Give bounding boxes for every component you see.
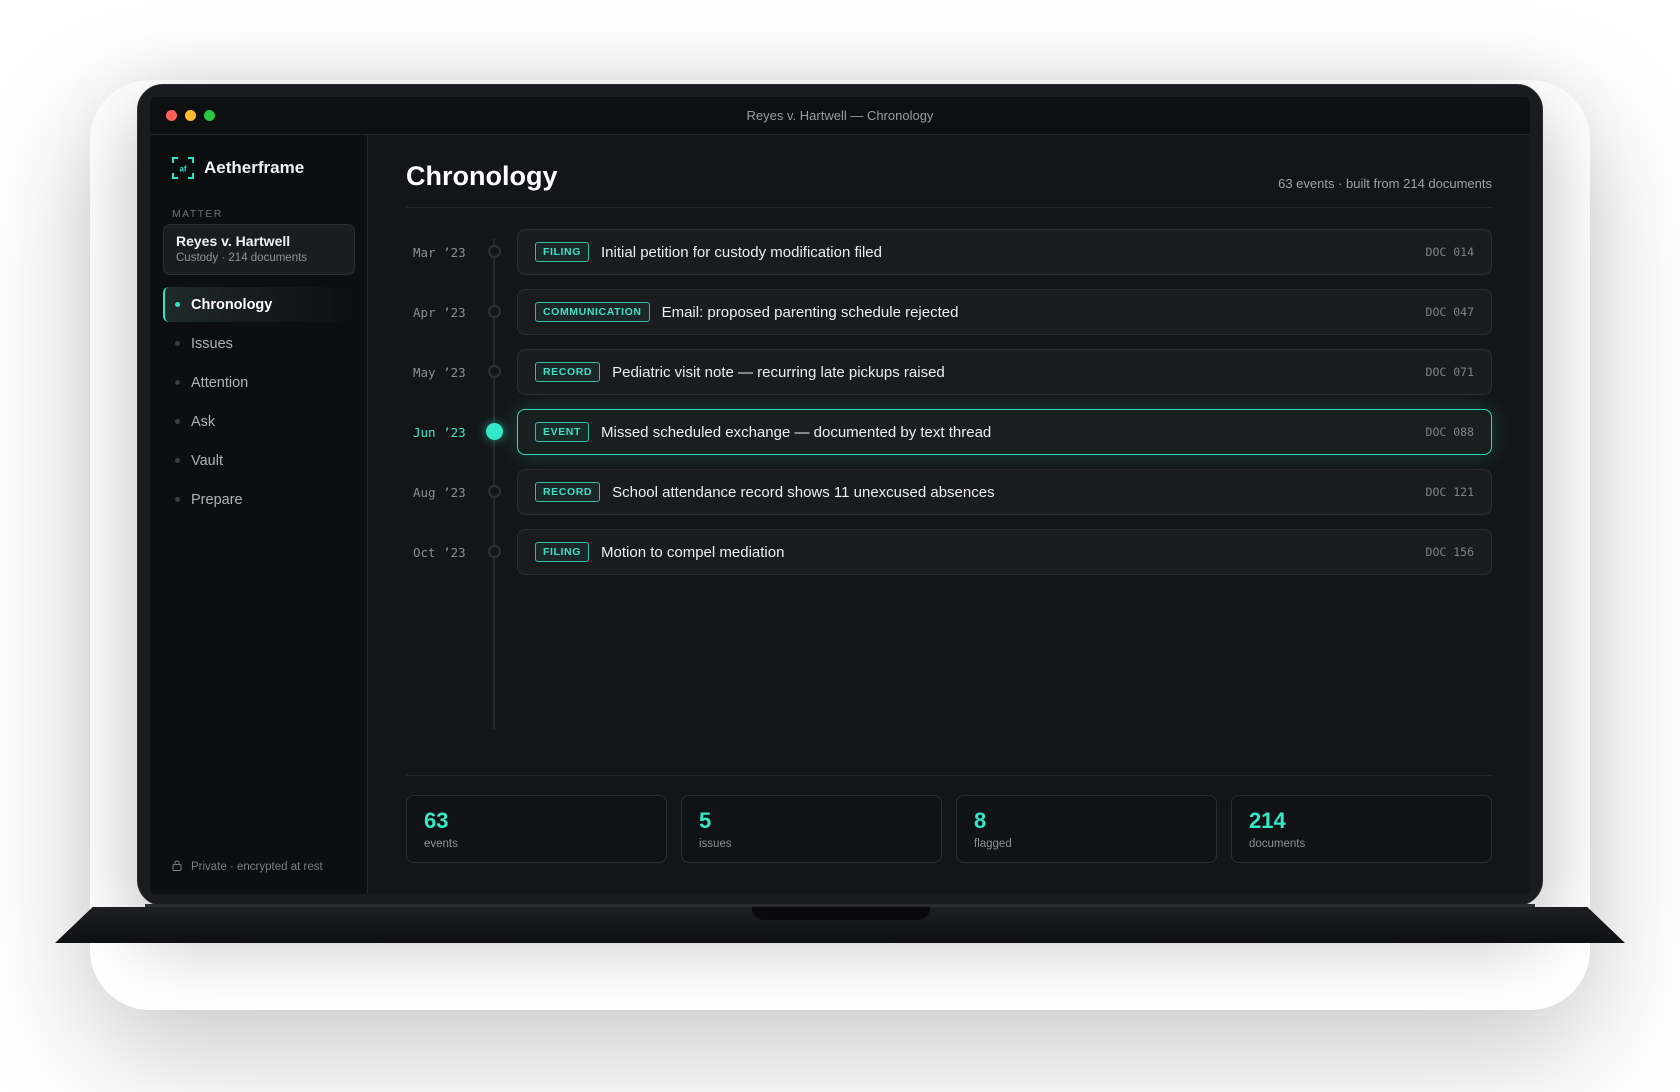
stat-value: 8 <box>974 808 987 833</box>
stat-label: events <box>424 838 458 850</box>
matter-selector[interactable]: Reyes v. Hartwell Custody · 214 document… <box>163 224 355 275</box>
event-tag: RECORD <box>535 482 601 502</box>
stat-card-events[interactable]: 63 events <box>406 795 667 863</box>
section-label-matter: MATTER <box>172 208 223 220</box>
sidebar-item-ask[interactable]: Ask <box>163 404 355 439</box>
privacy-note: Private · encrypted at rest <box>172 860 323 874</box>
title-bar: Reyes v. Hartwell — Chronology <box>150 97 1530 135</box>
sidebar: af Aetherframe MATTER Reyes v. Hartwell … <box>150 135 368 894</box>
event-text: Pediatric visit note — recurring late pi… <box>612 363 945 381</box>
sidebar-item-label: Issues <box>191 335 233 352</box>
matter-meta: Custody · 214 documents <box>176 252 308 264</box>
bullet-icon <box>175 341 180 346</box>
timeline-event: Oct ’23 FILING Motion to compel mediatio… <box>406 529 1492 575</box>
matter-name: Reyes v. Hartwell <box>176 233 291 249</box>
event-date: Jun ’23 <box>413 424 466 440</box>
timeline-node <box>488 545 501 558</box>
divider <box>406 207 1492 208</box>
event-card[interactable]: FILING Initial petition for custody modi… <box>517 229 1492 275</box>
svg-text:af: af <box>179 165 186 174</box>
timeline-event: Mar ’23 FILING Initial petition for cust… <box>406 229 1492 275</box>
sidebar-item-label: Vault <box>191 452 223 469</box>
page-title: Chronology <box>406 161 558 191</box>
timeline-event: May ’23 RECORD Pediatric visit note — re… <box>406 349 1492 395</box>
sidebar-item-prepare[interactable]: Prepare <box>163 482 355 517</box>
event-tag: COMMUNICATION <box>535 302 650 322</box>
sidebar-nav: Chronology Issues Attention Ask Vault Pr… <box>163 287 355 521</box>
stat-card-issues[interactable]: 5 issues <box>681 795 942 863</box>
sidebar-item-label: Chronology <box>191 296 273 313</box>
event-text: Email: proposed parenting schedule rejec… <box>661 303 959 321</box>
doc-reference[interactable]: DOC 047 <box>1426 305 1474 319</box>
doc-reference[interactable]: DOC 071 <box>1426 365 1474 379</box>
stats-row: 63 events 5 issues 8 flagged 214 documen… <box>406 795 1492 863</box>
stat-label: flagged <box>974 838 1012 850</box>
app-window: Reyes v. Hartwell — Chronology af Aether… <box>150 97 1530 894</box>
laptop-notch <box>752 907 930 920</box>
doc-reference[interactable]: DOC 014 <box>1426 245 1474 259</box>
timeline-event: Aug ’23 RECORD School attendance record … <box>406 469 1492 515</box>
event-date: Apr ’23 <box>413 304 466 320</box>
event-text: Missed scheduled exchange — documented b… <box>601 423 992 441</box>
stat-value: 214 <box>1249 808 1286 833</box>
window-title: Reyes v. Hartwell — Chronology <box>746 108 934 123</box>
event-text: Initial petition for custody modificatio… <box>601 243 882 261</box>
event-date: Oct ’23 <box>413 544 466 560</box>
event-card[interactable]: COMMUNICATION Email: proposed parenting … <box>517 289 1492 335</box>
doc-reference[interactable]: DOC 088 <box>1426 425 1474 439</box>
doc-reference[interactable]: DOC 156 <box>1426 545 1474 559</box>
event-card[interactable]: RECORD Pediatric visit note — recurring … <box>517 349 1492 395</box>
event-date: Mar ’23 <box>413 244 466 260</box>
sidebar-item-label: Ask <box>191 413 216 430</box>
page-summary: 63 events · built from 214 documents <box>1278 176 1492 191</box>
sidebar-item-label: Prepare <box>191 491 243 508</box>
event-tag: FILING <box>535 242 590 262</box>
sidebar-item-vault[interactable]: Vault <box>163 443 355 478</box>
stat-value: 5 <box>699 808 712 833</box>
timeline-node <box>488 485 501 498</box>
event-card[interactable]: RECORD School attendance record shows 11… <box>517 469 1492 515</box>
bullet-icon <box>175 458 180 463</box>
timeline-node <box>488 245 501 258</box>
stat-card-flagged[interactable]: 8 flagged <box>956 795 1217 863</box>
bullet-icon <box>175 419 180 424</box>
bullet-icon <box>175 380 180 385</box>
brand-name: Aetherframe <box>204 158 305 177</box>
timeline-node-active <box>486 423 503 440</box>
laptop-lid: Reyes v. Hartwell — Chronology af Aether… <box>137 84 1543 906</box>
sidebar-item-chronology[interactable]: Chronology <box>163 287 355 322</box>
event-tag: EVENT <box>535 422 590 442</box>
stat-label: issues <box>699 838 732 850</box>
stat-value: 63 <box>424 808 449 833</box>
bullet-icon <box>175 497 180 502</box>
sidebar-item-attention[interactable]: Attention <box>163 365 355 400</box>
event-text: Motion to compel mediation <box>601 543 785 561</box>
sidebar-item-label: Attention <box>191 374 249 391</box>
doc-reference[interactable]: DOC 121 <box>1426 485 1474 499</box>
event-date: Aug ’23 <box>413 484 466 500</box>
frame-logo-icon: af <box>172 157 194 179</box>
privacy-text: Private · encrypted at rest <box>191 861 323 873</box>
lock-icon <box>172 860 182 874</box>
event-tag: RECORD <box>535 362 601 382</box>
stat-label: documents <box>1249 838 1306 850</box>
sidebar-item-issues[interactable]: Issues <box>163 326 355 361</box>
timeline-node <box>488 305 501 318</box>
timeline-event-selected: Jun ’23 EVENT Missed scheduled exchange … <box>406 409 1492 455</box>
bullet-icon <box>175 302 180 307</box>
timeline-node <box>488 365 501 378</box>
event-tag: FILING <box>535 542 590 562</box>
timeline-event: Apr ’23 COMMUNICATION Email: proposed pa… <box>406 289 1492 335</box>
main-content: Chronology 63 events · built from 214 do… <box>368 135 1530 894</box>
stat-card-documents[interactable]: 214 documents <box>1231 795 1492 863</box>
event-card[interactable]: EVENT Missed scheduled exchange — docume… <box>517 409 1492 455</box>
stage: Reyes v. Hartwell — Chronology af Aether… <box>0 0 1680 1092</box>
event-date: May ’23 <box>413 364 466 380</box>
event-text: School attendance record shows 11 unexcu… <box>612 483 995 501</box>
divider <box>406 775 1492 776</box>
event-card[interactable]: FILING Motion to compel mediation DOC 15… <box>517 529 1492 575</box>
brand[interactable]: af Aetherframe <box>172 157 304 179</box>
